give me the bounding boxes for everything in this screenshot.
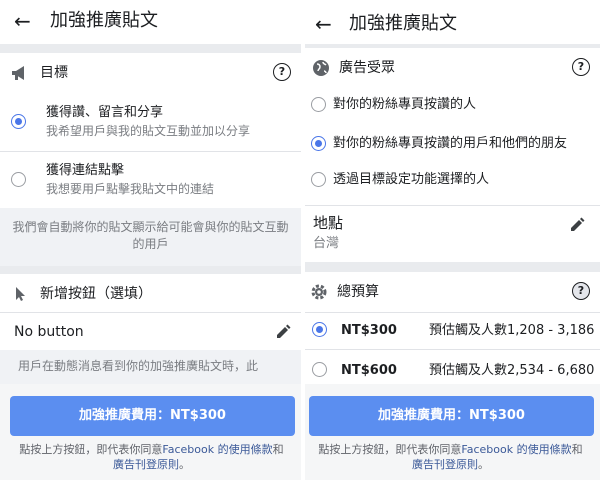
back-arrow-icon[interactable]: ← (315, 12, 332, 36)
legal-text: 點按上方按鈕，即代表你同意Facebook 的使用條款和 廣告刊登原則。 (307, 442, 594, 472)
budget-amount: NT$600 (341, 363, 397, 378)
goal-option-desc: 我想要用戶點擊我貼文中的連結 (46, 182, 215, 196)
audience-radio-fans-friends[interactable] (311, 136, 326, 151)
pencil-icon[interactable] (569, 217, 585, 233)
audience-section-header: 廣告受眾 ? (305, 48, 600, 88)
goal-label: 目標 (40, 65, 68, 81)
top-bar: ← 加強推廣貼文 (305, 0, 600, 44)
audience-option-title: 透過目標設定功能選擇的人 (333, 172, 490, 187)
legal-and: 和 (272, 443, 284, 456)
legal-suffix: 。 (478, 458, 489, 471)
divider (305, 205, 600, 206)
budget-radio-300[interactable] (312, 322, 327, 337)
budget-radio-600[interactable] (312, 362, 327, 377)
page-title: 加強推廣貼文 (50, 10, 158, 31)
back-arrow-icon[interactable]: ← (14, 9, 31, 33)
budget-reach: 預估觸及人數2,534 - 6,680 (429, 363, 595, 378)
help-icon[interactable]: ? (572, 58, 590, 76)
divider (305, 312, 600, 313)
ad-policy-link[interactable]: 廣告刊登原則 (113, 458, 179, 471)
budget-reach: 預估觸及人數1,208 - 3,186 (429, 323, 595, 338)
boost-button[interactable]: 加強推廣費用：NT$300 (10, 396, 295, 436)
goal-note: 我們會自動將你的貼文顯示給可能會與你的貼文互動的用戶 (0, 208, 301, 266)
bottom-bar: 加強推廣費用：NT$300 點按上方按鈕，即代表你同意Facebook 的使用條… (0, 384, 301, 480)
button-value: No button (14, 324, 84, 340)
bottom-bar: 加強推廣費用：NT$300 點按上方按鈕，即代表你同意Facebook 的使用條… (305, 384, 600, 480)
section-gap (0, 266, 301, 274)
divider (305, 349, 600, 350)
section-gap (305, 262, 600, 272)
section-gap (0, 44, 301, 53)
goal-section-header: 目標 ? (0, 53, 301, 93)
ad-policy-link[interactable]: 廣告刊登原則 (412, 458, 478, 471)
legal-prefix: 點按上方按鈕，即代表你同意 (19, 443, 163, 456)
megaphone-icon (10, 63, 30, 83)
facebook-link[interactable]: Facebook (162, 443, 214, 456)
cursor-icon (10, 284, 30, 304)
goal-radio-link-clicks[interactable] (11, 172, 26, 187)
legal-text: 點按上方按鈕，即代表你同意Facebook 的使用條款和 廣告刊登原則。 (8, 442, 295, 472)
budget-amount: NT$300 (341, 323, 397, 338)
divider (0, 151, 301, 152)
pencil-icon[interactable] (275, 324, 291, 340)
budget-label: 總預算 (337, 284, 379, 300)
location-value: 台灣 (313, 236, 340, 251)
facebook-link[interactable]: Facebook (461, 443, 513, 456)
gear-icon (309, 282, 329, 302)
goal-option-title: 獲得讚、留言和分享 (46, 105, 164, 120)
budget-section-header: 總預算 ? (305, 272, 600, 312)
location-label: 地點 (313, 214, 344, 232)
help-icon[interactable]: ? (572, 282, 590, 300)
button-section-label: 新增按鈕（選填） (40, 286, 152, 302)
terms-link[interactable]: 的使用條款 (513, 443, 572, 456)
legal-and: 和 (571, 443, 583, 456)
divider (0, 312, 301, 313)
audience-radio-targeting[interactable] (311, 172, 326, 187)
audience-radio-fans[interactable] (311, 97, 326, 112)
audience-option-title: 對你的粉絲專頁按讚的人 (333, 97, 477, 112)
legal-suffix: 。 (179, 458, 190, 471)
left-panel: ← 加強推廣貼文 目標 ? 獲得讚、留言和分享 我希望用戶與我的貼文互動並加以分… (0, 0, 301, 480)
right-panel: ← 加強推廣貼文 廣告受眾 ? 對你的粉絲專頁按讚的人 對你的粉絲專頁按讚的用戶… (305, 0, 600, 480)
goal-option-title: 獲得連結點擊 (46, 163, 125, 178)
audience-label: 廣告受眾 (339, 60, 395, 76)
goal-radio-engagement[interactable] (11, 114, 26, 129)
help-icon[interactable]: ? (273, 63, 291, 81)
top-bar: ← 加強推廣貼文 (0, 0, 301, 44)
globe-icon (311, 58, 331, 78)
terms-link[interactable]: 的使用條款 (214, 443, 273, 456)
goal-option-desc: 我希望用戶與我的貼文互動並加以分享 (46, 124, 251, 138)
button-section-header: 新增按鈕（選填） (0, 274, 301, 314)
boost-button[interactable]: 加強推廣費用：NT$300 (309, 396, 594, 436)
page-title: 加強推廣貼文 (349, 13, 457, 34)
audience-option-title: 對你的粉絲專頁按讚的用戶和他們的朋友 (333, 136, 568, 151)
legal-prefix: 點按上方按鈕，即代表你同意 (318, 443, 462, 456)
